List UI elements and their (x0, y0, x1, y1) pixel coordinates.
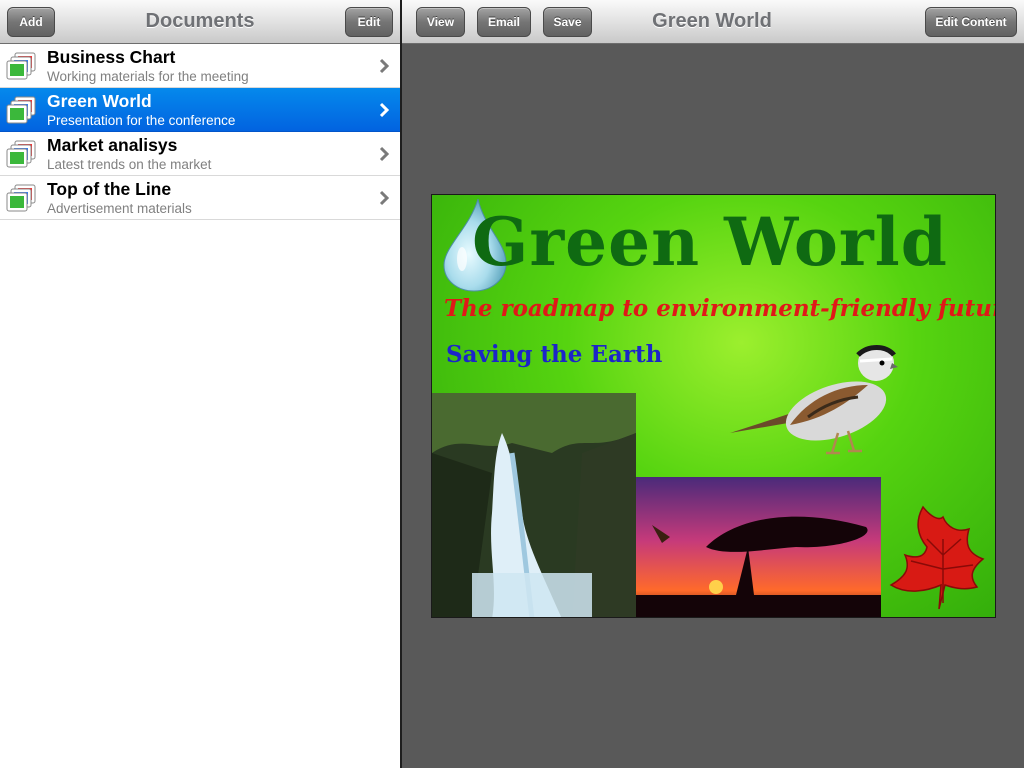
document-images-icon (6, 96, 36, 124)
waterfall-photo (432, 393, 636, 617)
document-title: Top of the Line (47, 179, 172, 199)
documents-title: Documents (145, 10, 255, 32)
document-subtitle: Presentation for the conference (47, 113, 236, 128)
document-subtitle: Working materials for the meeting (47, 69, 249, 84)
detail-title: Green World (652, 10, 772, 32)
document-subtitle: Latest trends on the market (47, 157, 212, 172)
document-row-green-world[interactable]: Green World Presentation for the confere… (0, 88, 400, 132)
save-button[interactable]: Save (543, 7, 592, 37)
chevron-right-icon (379, 190, 389, 206)
documents-list: Business Chart Working materials for the… (0, 44, 400, 220)
document-images-icon (6, 52, 36, 80)
chevron-right-icon (379, 102, 389, 118)
document-title: Green World (47, 91, 152, 111)
add-button[interactable]: Add (7, 7, 55, 37)
document-subtitle: Advertisement materials (47, 201, 192, 216)
document-row-top-of-the-line[interactable]: Top of the Line Advertisement materials (0, 176, 400, 220)
documents-pane: Add Documents Edit Business Chart Workin… (0, 0, 400, 768)
edit-button[interactable]: Edit (345, 7, 393, 37)
slide-preview[interactable]: Green World The roadmap to environment-f… (431, 194, 996, 618)
document-images-icon (6, 184, 36, 212)
sunset-photo (636, 477, 881, 617)
edit-content-button[interactable]: Edit Content (925, 7, 1017, 37)
document-title: Market analisys (47, 135, 178, 155)
sparrow-image (730, 345, 898, 455)
slide-tagline: Saving the Earth (446, 341, 663, 368)
document-row-market-analisys[interactable]: Market analisys Latest trends on the mar… (0, 132, 400, 176)
document-row-business-chart[interactable]: Business Chart Working materials for the… (0, 44, 400, 88)
chevron-right-icon (379, 146, 389, 162)
slide-subtitle: The roadmap to environment-friendly futu… (444, 295, 996, 322)
email-button[interactable]: Email (477, 7, 531, 37)
slide-title: Green World (472, 203, 948, 281)
red-leaf-image (889, 505, 985, 610)
chevron-right-icon (379, 58, 389, 74)
view-button[interactable]: View (416, 7, 465, 37)
document-images-icon (6, 140, 36, 168)
detail-navbar: View Email Save Green World Edit Content (402, 0, 1024, 44)
documents-navbar: Add Documents Edit (0, 0, 400, 44)
document-detail-pane: View Email Save Green World Edit Content… (402, 0, 1024, 768)
document-title: Business Chart (47, 47, 176, 67)
